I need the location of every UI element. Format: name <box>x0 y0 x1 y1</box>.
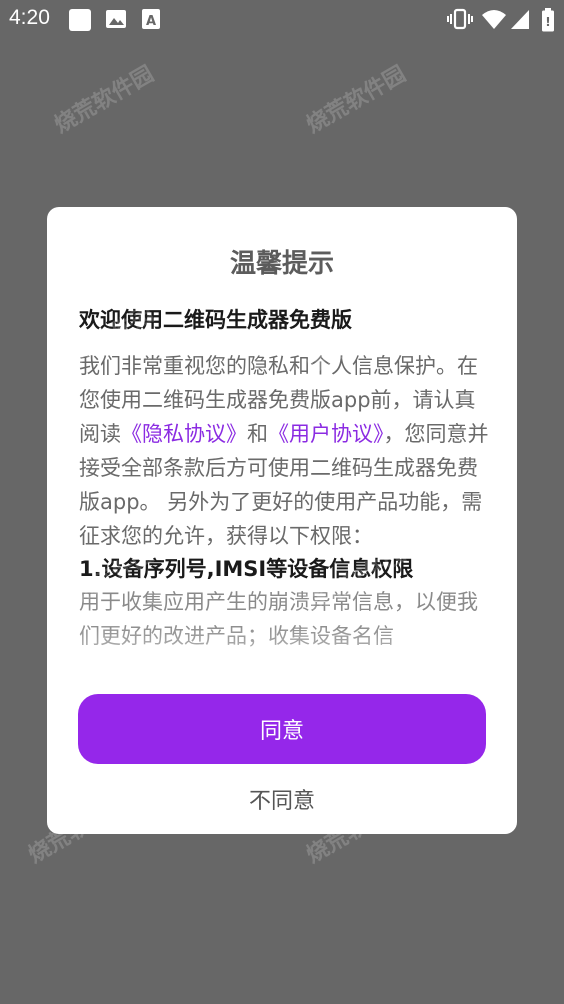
dialog-title: 温馨提示 <box>229 249 334 279</box>
agree-button[interactable]: 同意 <box>78 694 486 764</box>
dialog-paragraph: 我们非常重视您的隐私和个人信息保护。在您使用二维码生成器免费版app前，请认真阅… <box>79 349 489 553</box>
status-time: 4:20 <box>9 6 50 29</box>
image-icon <box>105 8 127 34</box>
user-agreement-link[interactable]: 《用户协议》 <box>268 422 384 446</box>
watermark-text: 烧荒软件园 <box>302 61 411 139</box>
status-bar: 4:20 A ! <box>0 0 564 38</box>
privacy-dialog: 温馨提示 欢迎使用二维码生成器免费版 我们非常重视您的隐私和个人信息保护。在您使… <box>47 207 517 834</box>
square-notification-icon <box>68 8 92 36</box>
wifi-icon <box>481 8 507 34</box>
svg-text:!: ! <box>545 15 550 29</box>
dialog-content[interactable]: 欢迎使用二维码生成器免费版 我们非常重视您的隐私和个人信息保护。在您使用二维码生… <box>79 303 489 693</box>
content-fade <box>79 623 489 693</box>
signal-icon <box>510 8 530 34</box>
vibrate-icon <box>447 8 473 34</box>
dialog-heading: 欢迎使用二维码生成器免费版 <box>79 308 352 332</box>
privacy-policy-link[interactable]: 《隐私协议》 <box>121 422 247 446</box>
permission-title: 1.设备序列号,IMSI等设备信息权限 <box>79 557 414 581</box>
font-a-icon: A <box>142 8 160 34</box>
battery-icon: ! <box>541 8 555 36</box>
svg-text:A: A <box>146 14 156 29</box>
watermark-text: 烧荒软件园 <box>50 61 159 139</box>
paragraph-and-text: 和 <box>247 422 268 446</box>
disagree-button[interactable]: 不同意 <box>47 783 517 815</box>
